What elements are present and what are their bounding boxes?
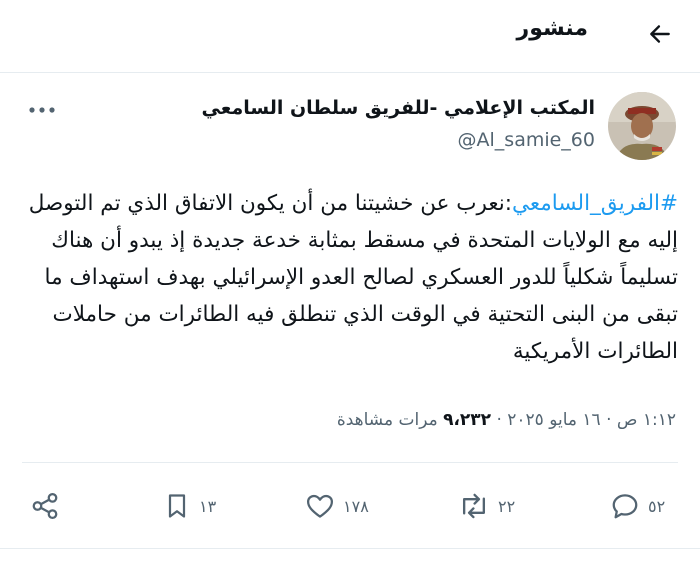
views-count: ٩،٢٣٢ <box>443 410 492 430</box>
reply-icon <box>612 494 638 519</box>
profile-photo-icon <box>608 92 676 160</box>
meta-divider <box>22 462 678 463</box>
reply-count: ٥٢ <box>648 496 666 516</box>
tweet-date[interactable]: ١٦ مايو ٢٠٢٥ <box>507 410 600 430</box>
more-options-button[interactable] <box>28 98 60 122</box>
reply-button[interactable]: ٥٢ <box>610 490 665 522</box>
bookmark-icon <box>168 494 186 518</box>
avatar[interactable] <box>608 92 676 160</box>
share-button[interactable] <box>30 490 60 522</box>
author-display-name[interactable]: المكتب الإعلامي -للفريق سلطان السامعي <box>202 97 595 119</box>
arrow-left-icon <box>650 25 670 43</box>
repost-icon <box>462 493 486 519</box>
bookmark-count: ١٣ <box>199 496 217 516</box>
repost-button[interactable]: ٢٢ <box>458 490 515 522</box>
hashtag-link[interactable]: #الفريق_السامعي <box>512 191 678 216</box>
repost-count: ٢٢ <box>498 496 516 516</box>
like-count: ١٧٨ <box>343 496 369 516</box>
author-handle[interactable]: @Al_samie_60 <box>458 129 595 151</box>
back-button[interactable] <box>640 14 680 54</box>
tweet-body-text: :نعرب عن خشيتنا من أن يكون الاتفاق الذي … <box>28 191 678 364</box>
like-button[interactable]: ١٧٨ <box>305 490 369 522</box>
top-bar: منشور <box>0 0 700 66</box>
tweet-text: #الفريق_السامعي:نعرب عن خشيتنا من أن يكو… <box>22 185 678 370</box>
meta-separator: · <box>606 410 612 430</box>
tweet-time[interactable]: ١:١٢ ص <box>617 410 676 430</box>
bottom-divider <box>0 548 700 549</box>
tweet-meta: ١:١٢ ص · ١٦ مايو ٢٠٢٥ · ٩،٢٣٢ مرات مشاهد… <box>337 410 676 430</box>
header-divider <box>0 72 700 73</box>
page-title: منشور <box>516 16 588 41</box>
bookmark-button[interactable]: ١٣ <box>163 490 216 522</box>
more-horizontal-icon <box>29 107 55 113</box>
meta-separator: · <box>496 410 502 430</box>
heart-icon <box>307 494 333 518</box>
share-icon <box>32 493 58 519</box>
views-label: مرات مشاهدة <box>336 410 438 430</box>
